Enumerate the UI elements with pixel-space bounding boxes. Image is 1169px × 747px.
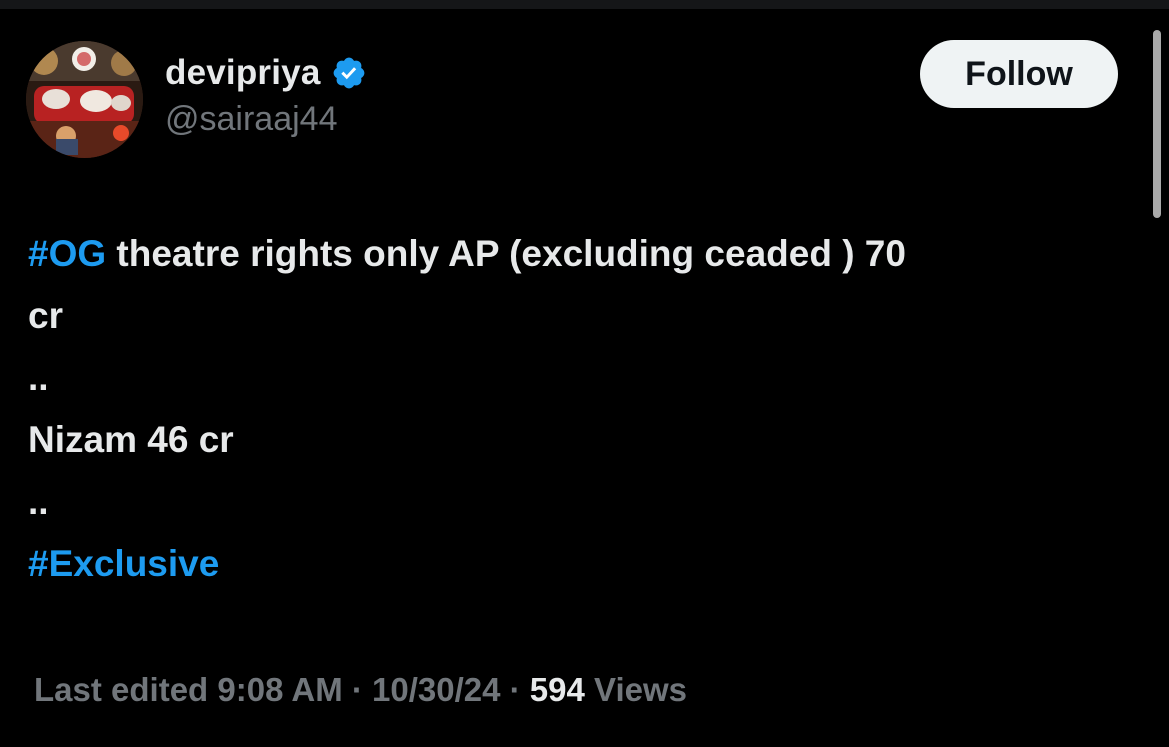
avatar-image bbox=[26, 41, 143, 158]
last-edited-timestamp[interactable]: Last edited 9:08 AM · 10/30/24 bbox=[34, 671, 500, 708]
tweet-line-2: cr bbox=[28, 295, 63, 336]
views-label: Views bbox=[584, 671, 687, 708]
tweet-line-1-text: theatre rights only AP (excluding ceaded… bbox=[106, 233, 906, 274]
tweet-line-hashtag: #Exclusive bbox=[28, 533, 1128, 595]
display-name-row: devipriya bbox=[165, 52, 367, 94]
tweet-separator-1: .. bbox=[28, 357, 49, 398]
scrollbar-thumb[interactable] bbox=[1153, 30, 1161, 218]
tweet-line-nizam: Nizam 46 cr bbox=[28, 419, 234, 460]
tweet-line-1: #OG theatre rights only AP (excluding ce… bbox=[28, 223, 1128, 285]
user-handle[interactable]: @sairaaj44 bbox=[165, 100, 338, 139]
tweet-text: #OG theatre rights only AP (excluding ce… bbox=[28, 223, 1128, 595]
hashtag-og-link[interactable]: #OG bbox=[28, 233, 106, 274]
display-name[interactable]: devipriya bbox=[165, 53, 321, 93]
top-border bbox=[0, 0, 1169, 9]
tweet-meta: Last edited 9:08 AM · 10/30/24 · 594 Vie… bbox=[34, 671, 687, 709]
meta-dot-separator: · bbox=[500, 671, 530, 708]
follow-button[interactable]: Follow bbox=[920, 40, 1118, 108]
views-count: 594 bbox=[529, 671, 585, 708]
verified-badge-icon[interactable] bbox=[331, 55, 367, 91]
tweet-separator-2: .. bbox=[28, 481, 49, 522]
hashtag-exclusive-link[interactable]: #Exclusive bbox=[28, 543, 219, 584]
avatar[interactable] bbox=[26, 41, 143, 158]
